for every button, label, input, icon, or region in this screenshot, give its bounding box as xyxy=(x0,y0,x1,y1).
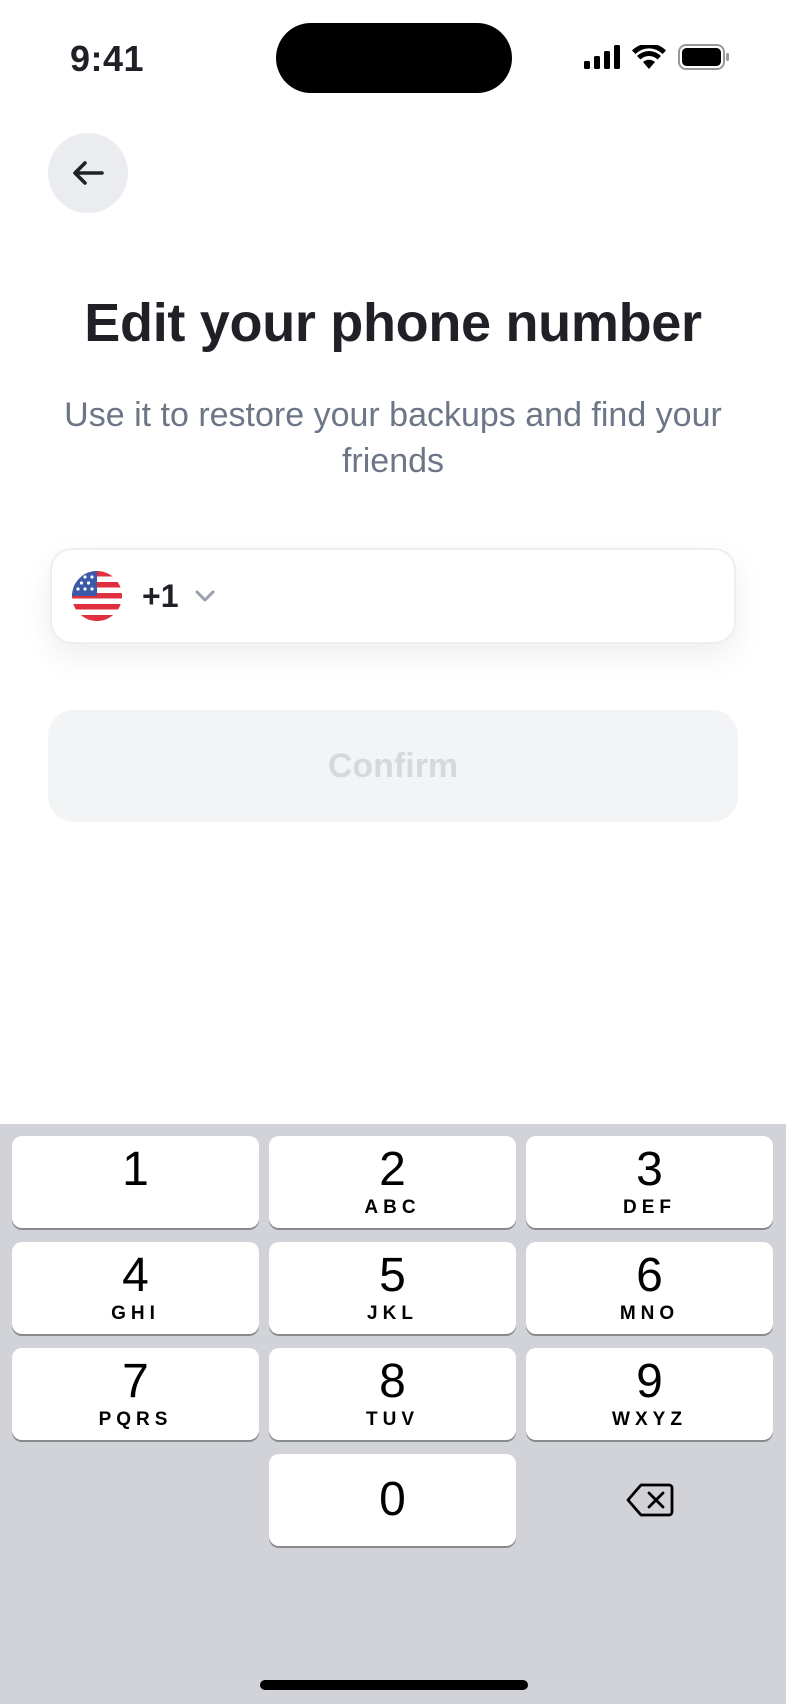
confirm-button[interactable]: Confirm xyxy=(48,710,738,822)
key-2[interactable]: 2 ABC xyxy=(269,1136,516,1228)
key-digit: 6 xyxy=(636,1249,663,1302)
key-letters: JKL xyxy=(367,1303,418,1324)
key-digit: 9 xyxy=(636,1355,663,1408)
battery-icon xyxy=(678,44,729,70)
key-letters: MNO xyxy=(619,1303,680,1324)
page-title: Edit your phone number xyxy=(84,293,702,353)
country-dial-code[interactable]: +1 xyxy=(142,578,178,615)
delete-key[interactable] xyxy=(526,1454,773,1546)
key-letters: TUV xyxy=(366,1409,419,1430)
backspace-icon xyxy=(626,1483,673,1517)
status-time: 9:41 xyxy=(70,38,145,79)
key-0[interactable]: 0 xyxy=(269,1454,516,1546)
key-letters: WXYZ xyxy=(612,1409,687,1430)
key-5[interactable]: 5 JKL xyxy=(269,1242,516,1334)
home-indicator[interactable] xyxy=(260,1680,528,1690)
us-flag-icon[interactable] xyxy=(72,571,122,621)
chevron-down-icon[interactable] xyxy=(194,589,216,603)
key-digit: 1 xyxy=(122,1143,149,1196)
key-8[interactable]: 8 TUV xyxy=(269,1348,516,1440)
dynamic-island xyxy=(276,23,512,93)
key-letters: DEF xyxy=(623,1197,676,1218)
signal-icon xyxy=(584,45,620,69)
arrow-left-icon xyxy=(73,161,104,185)
key-digit: 7 xyxy=(122,1355,149,1408)
key-letters: ABC xyxy=(364,1197,421,1218)
page-subtitle: Use it to restore your backups and find … xyxy=(64,396,722,480)
key-digit: 2 xyxy=(379,1143,406,1196)
key-letters: GHI xyxy=(111,1303,160,1324)
key-7[interactable]: 7 PQRS xyxy=(12,1348,259,1440)
numeric-keypad: 1 2 ABC 3 DEF 4 GHI 5 JKL 6 MNO 7 PQRS 8… xyxy=(0,1124,786,1704)
phone-number-field[interactable]: +1 xyxy=(50,548,736,644)
key-letters: PQRS xyxy=(98,1409,173,1430)
key-digit: 0 xyxy=(379,1473,406,1526)
key-digit: 8 xyxy=(379,1355,406,1408)
back-button[interactable] xyxy=(48,133,128,213)
key-9[interactable]: 9 WXYZ xyxy=(526,1348,773,1440)
key-6[interactable]: 6 MNO xyxy=(526,1242,773,1334)
wifi-icon xyxy=(632,45,666,69)
status-icons xyxy=(584,44,730,70)
key-4[interactable]: 4 GHI xyxy=(12,1242,259,1334)
key-3[interactable]: 3 DEF xyxy=(526,1136,773,1228)
key-digit: 3 xyxy=(636,1143,663,1196)
key-1[interactable]: 1 xyxy=(12,1136,259,1228)
key-digit: 4 xyxy=(122,1249,149,1302)
key-digit: 5 xyxy=(379,1249,406,1302)
